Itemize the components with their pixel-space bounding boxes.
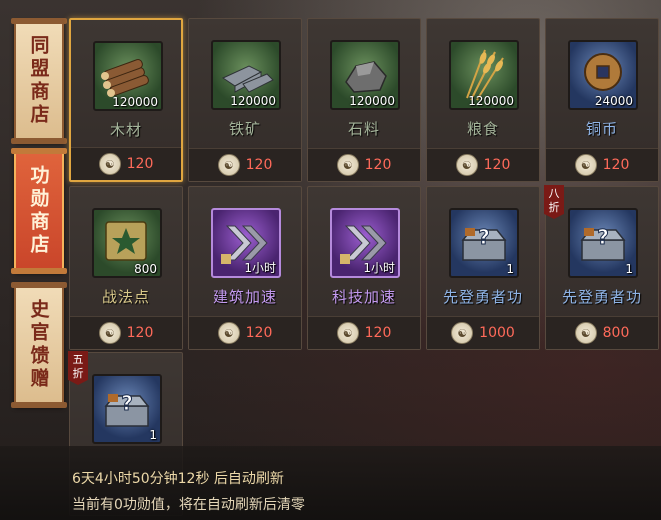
- price-bar: ☯ 120: [71, 147, 181, 180]
- discount-badge: 五折: [68, 351, 88, 385]
- shop-item-pioneer-hero-merit[interactable]: ? 1 先登勇者功 ☯ 1000: [426, 186, 540, 350]
- item-price: 120: [245, 325, 273, 341]
- grain-icon: 120000: [449, 40, 519, 110]
- shop-item-tech-speedup[interactable]: 1小时 科技加速 ☯ 120: [307, 186, 421, 350]
- tab-merit-shop[interactable]: 功勋商店: [11, 148, 67, 274]
- item-name: 建筑加速: [212, 288, 277, 306]
- item-name: 先登勇者功: [442, 288, 523, 306]
- tab-label: 史官馈赠: [27, 299, 50, 391]
- merit-coin-icon: ☯: [455, 154, 478, 176]
- svg-text:?: ?: [478, 225, 490, 249]
- tab-label: 功勋商店: [27, 165, 50, 257]
- item-name: 铁矿: [228, 120, 261, 138]
- shop-item-iron-ore[interactable]: 120000 铁矿 ☯ 120: [188, 18, 302, 182]
- iron-ore-icon: 120000: [211, 40, 281, 110]
- shop-item-building-speedup[interactable]: 1小时 建筑加速 ☯ 120: [188, 186, 302, 350]
- shop-item-tactic-point[interactable]: 800 战法点 ☯ 120: [69, 186, 183, 350]
- stone-icon: 120000: [330, 40, 400, 110]
- merit-coin-icon: ☯: [217, 154, 240, 176]
- price-bar: ☯ 120: [70, 316, 182, 349]
- price-bar: ☯ 120: [308, 148, 420, 181]
- tab-alliance-shop[interactable]: 同盟商店: [11, 18, 67, 144]
- item-quantity: 1: [625, 262, 633, 276]
- price-bar: ☯ 1000: [427, 316, 539, 349]
- shop-item-pioneer-hero-merit-discount[interactable]: ? 1 八折 先登勇者功 ☯ 800: [544, 185, 659, 350]
- item-price: 120: [126, 156, 154, 172]
- price-bar: ☯ 120: [189, 316, 301, 349]
- item-quantity: 1: [149, 428, 157, 442]
- shop-item-copper-coin[interactable]: 24000 铜币 ☯ 120: [545, 18, 659, 182]
- item-quantity: 1小时: [363, 261, 395, 275]
- item-quantity: 1小时: [244, 261, 276, 275]
- item-price: 120: [364, 325, 392, 341]
- tech-speedup-icon: 1小时: [330, 208, 400, 278]
- item-name: 科技加速: [331, 288, 396, 306]
- item-quantity: 120000: [230, 94, 276, 108]
- item-price: 120: [126, 325, 154, 341]
- merit-status: 当前有0功勋值，将在自动刷新后清零: [72, 497, 305, 513]
- item-price: 120: [483, 157, 511, 173]
- tab-historian-gift[interactable]: 史官馈赠: [11, 282, 67, 408]
- item-price: 120: [245, 157, 273, 173]
- item-name: 木材: [109, 121, 142, 139]
- merit-coin-icon: ☯: [574, 154, 597, 176]
- item-name: 铜币: [585, 120, 618, 138]
- merit-coin-icon: ☯: [574, 322, 597, 344]
- wood-icon: 120000: [93, 41, 163, 111]
- copper-coin-icon: 24000: [568, 40, 638, 110]
- mystery-chest-icon: ? 1: [92, 374, 162, 444]
- tab-label: 同盟商店: [27, 35, 50, 127]
- item-quantity: 1: [506, 262, 514, 276]
- item-name: 先登勇者功: [561, 288, 642, 306]
- merit-coin-icon: ☯: [336, 154, 359, 176]
- tactic-point-icon: 800: [92, 208, 162, 278]
- discount-badge: 八折: [544, 185, 564, 219]
- item-price: 120: [364, 157, 392, 173]
- shop-footer: 6天4小时50分钟12秒 后自动刷新 当前有0功勋值，将在自动刷新后清零: [0, 446, 661, 520]
- item-name: 战法点: [101, 288, 150, 306]
- shop-item-stone[interactable]: 120000 石料 ☯ 120: [307, 18, 421, 182]
- item-quantity: 120000: [349, 94, 395, 108]
- price-bar: ☯ 120: [546, 148, 658, 181]
- price-bar: ☯ 800: [546, 316, 658, 349]
- merit-coin-icon: ☯: [451, 322, 474, 344]
- building-speedup-icon: 1小时: [211, 208, 281, 278]
- mystery-chest-icon: ? 1: [568, 208, 638, 278]
- merit-coin-icon: ☯: [336, 322, 359, 344]
- item-name: 粮食: [466, 120, 499, 138]
- merit-coin-icon: ☯: [217, 322, 240, 344]
- price-bar: ☯ 120: [427, 148, 539, 181]
- item-quantity: 24000: [594, 94, 633, 108]
- mystery-chest-icon: ? 1: [449, 208, 519, 278]
- shop-item-grain[interactable]: 120000 粮食 ☯ 120: [426, 18, 540, 182]
- item-price: 800: [602, 325, 630, 341]
- refresh-countdown: 6天4小时50分钟12秒 后自动刷新: [72, 471, 284, 487]
- price-bar: ☯ 120: [189, 148, 301, 181]
- shop-item-wood[interactable]: 120000 木材 ☯ 120: [69, 18, 183, 182]
- item-quantity: 120000: [468, 94, 514, 108]
- item-name: 石料: [347, 120, 380, 138]
- item-price: 1000: [479, 325, 515, 341]
- price-bar: ☯ 120: [308, 316, 420, 349]
- merit-coin-icon: ☯: [98, 322, 121, 344]
- item-price: 120: [602, 157, 630, 173]
- svg-text:?: ?: [121, 391, 133, 415]
- item-quantity: 120000: [112, 95, 158, 109]
- merit-coin-icon: ☯: [98, 153, 121, 175]
- item-quantity: 800: [134, 262, 157, 276]
- svg-text:?: ?: [597, 225, 609, 249]
